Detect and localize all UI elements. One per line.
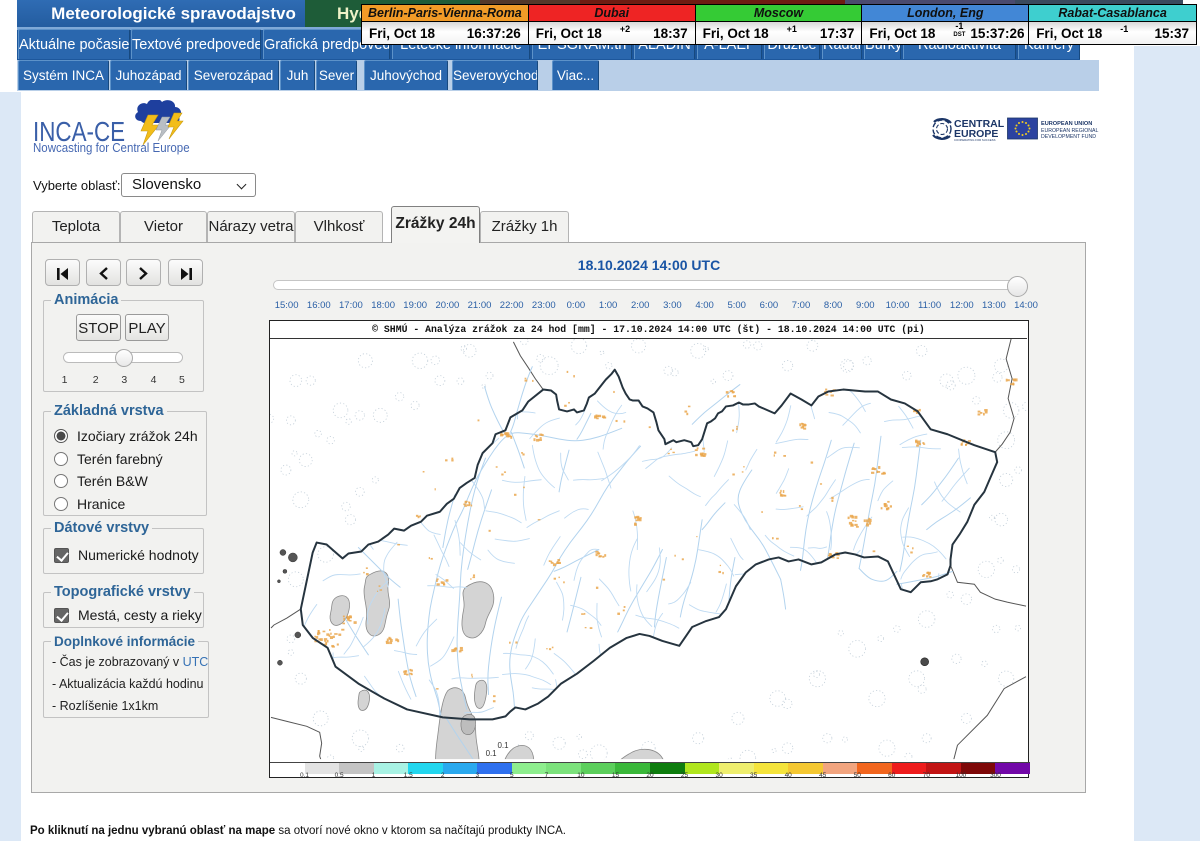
- svg-text:0.1: 0.1: [486, 749, 498, 758]
- svg-text:0.1: 0.1: [497, 741, 509, 750]
- svg-text:DEVELOPMENT FUND: DEVELOPMENT FUND: [1041, 134, 1096, 140]
- svg-text:COOPERATING FOR SUCCESS: COOPERATING FOR SUCCESS: [954, 138, 996, 142]
- svg-text:EUROPEAN UNION: EUROPEAN UNION: [1041, 121, 1092, 127]
